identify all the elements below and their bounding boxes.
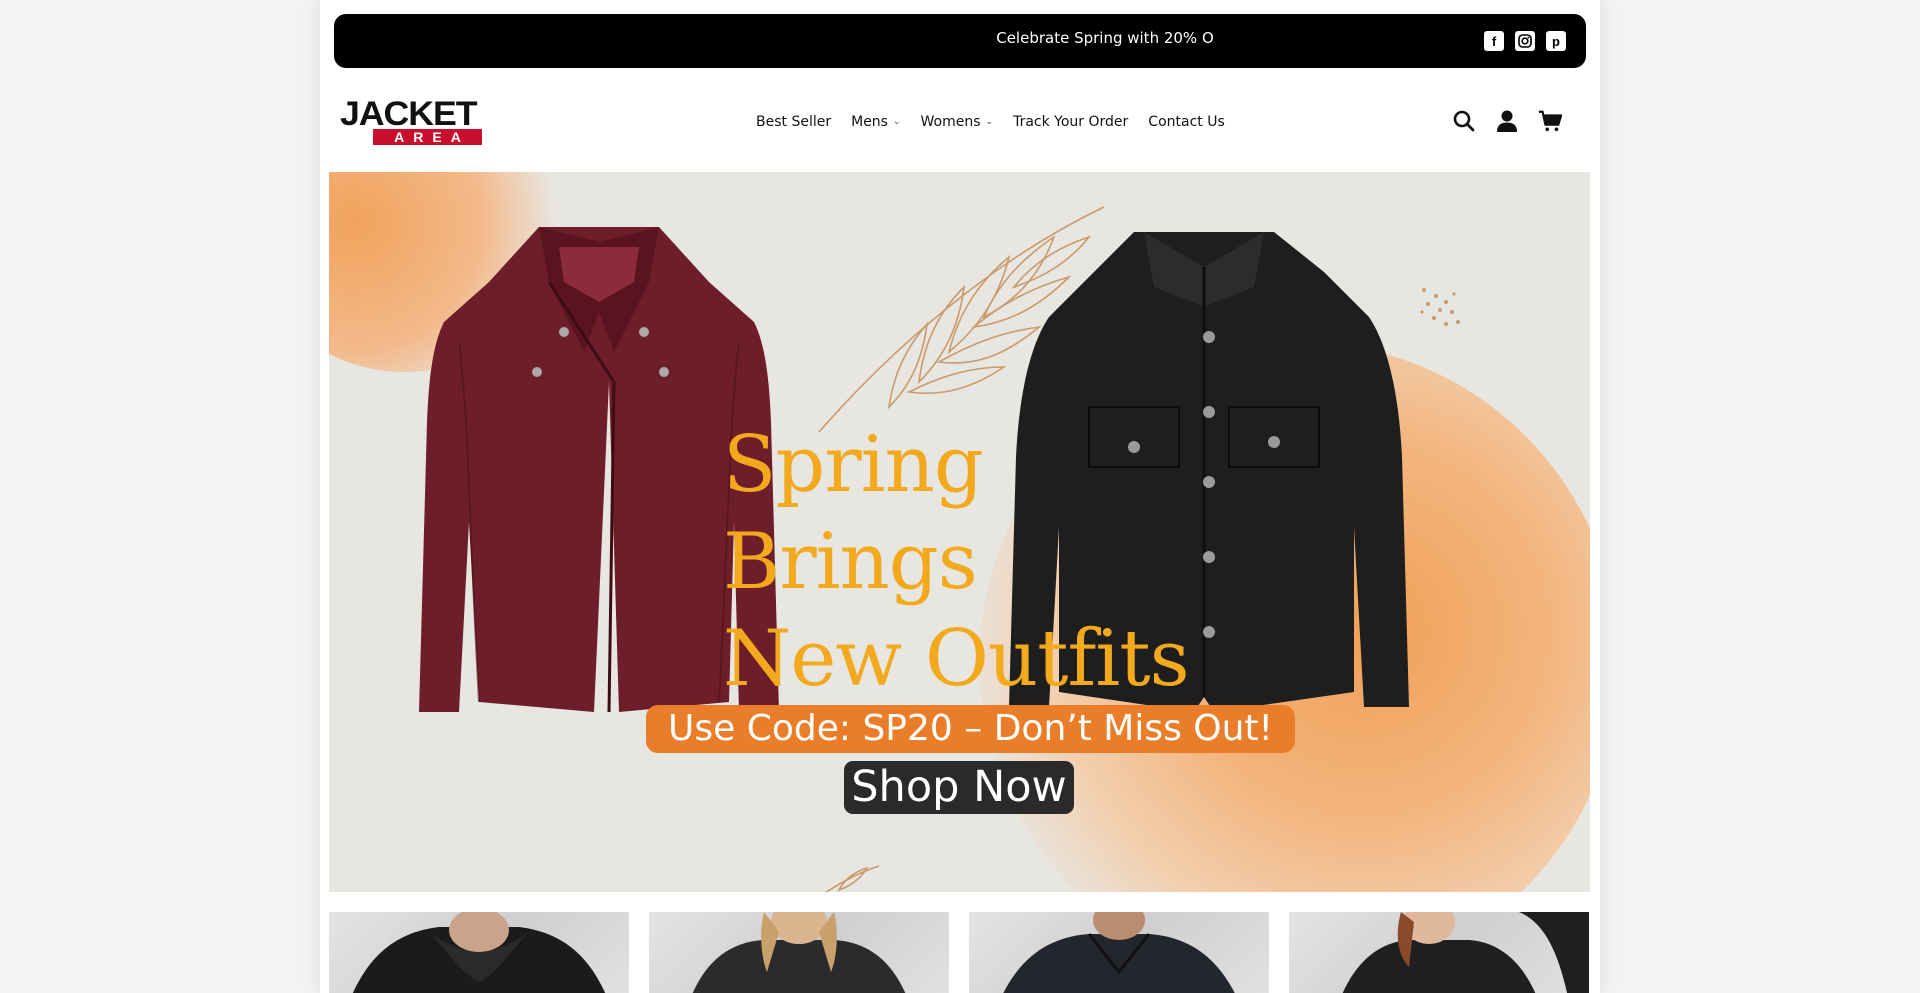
product-image	[1003, 912, 1235, 993]
announcement-bar: Celebrate Spring with 20% O f p	[334, 14, 1586, 68]
nav-item-best-seller[interactable]: Best Seller	[756, 114, 831, 130]
hero-banner[interactable]: Spring Brings New Outfits Use Code: SP20…	[329, 172, 1590, 892]
product-grid	[329, 912, 1590, 993]
site-logo[interactable]: JACKET AREA	[340, 97, 484, 148]
product-card[interactable]	[969, 912, 1269, 993]
nav-item-track-order[interactable]: Track Your Order	[1013, 114, 1128, 130]
product-image	[1342, 912, 1589, 993]
chevron-down-icon: ⌄	[985, 117, 994, 127]
headline-line: Spring	[723, 420, 984, 510]
promo-code-banner: Use Code: SP20 – Don’t Miss Out!	[646, 705, 1295, 753]
product-image	[352, 912, 606, 993]
search-icon[interactable]	[1452, 108, 1476, 134]
logo-wordmark-bottom: AREA	[373, 129, 482, 145]
nav-item-label: Contact Us	[1148, 114, 1225, 130]
product-card[interactable]	[649, 912, 949, 993]
nav-item-contact[interactable]: Contact Us	[1148, 114, 1224, 130]
nav-item-womens[interactable]: Womens ⌄	[921, 114, 994, 130]
page: Celebrate Spring with 20% O f p JACKET A…	[320, 0, 1600, 993]
header-icons	[1452, 108, 1562, 134]
pinterest-icon[interactable]: p	[1546, 31, 1566, 51]
facebook-icon[interactable]: f	[1484, 31, 1504, 51]
cart-icon[interactable]	[1538, 108, 1562, 134]
nav-item-label: Mens	[851, 114, 888, 130]
headline-line: Brings	[723, 517, 978, 607]
nav-item-mens[interactable]: Mens ⌄	[851, 114, 900, 130]
logo-wordmark-top: JACKET	[340, 95, 478, 133]
hero-headline: Spring Brings New Outfits	[723, 417, 1283, 708]
product-card[interactable]	[1289, 912, 1589, 993]
product-image	[692, 912, 906, 993]
instagram-icon[interactable]	[1515, 31, 1535, 51]
leaf-illustration	[824, 865, 880, 892]
nav-item-label: Womens	[920, 114, 981, 130]
announcement-text: Celebrate Spring with 20% O	[996, 29, 1214, 47]
dots-decoration	[1420, 288, 1460, 326]
chevron-down-icon: ⌄	[892, 117, 901, 127]
product-card[interactable]	[329, 912, 629, 993]
headline-line: New Outfits	[723, 614, 1190, 704]
shop-now-button[interactable]: Shop Now	[844, 761, 1074, 814]
main-nav: Best Seller Mens ⌄ Womens ⌄ Track Your O…	[756, 110, 1225, 134]
account-icon[interactable]	[1495, 108, 1519, 134]
social-links: f p	[1484, 31, 1566, 51]
nav-item-label: Best Seller	[756, 114, 832, 130]
nav-item-label: Track Your Order	[1013, 114, 1129, 130]
